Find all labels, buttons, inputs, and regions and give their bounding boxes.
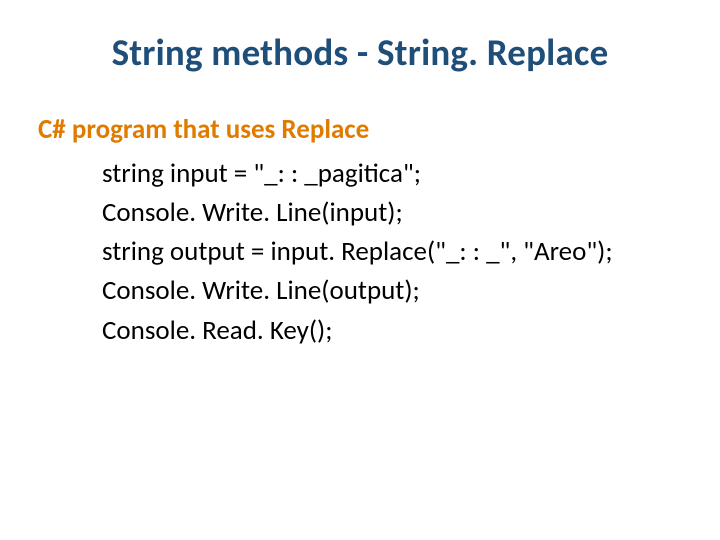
slide-title: String methods - String. Replace [30,30,690,75]
code-line: Console. Read. Key(); [102,311,690,350]
code-line: Console. Write. Line(input); [102,193,690,232]
code-block: string input = "_: : _pagitica"; Console… [102,154,690,350]
slide-subtitle: C# program that uses Replace [38,113,690,146]
code-line: string input = "_: : _pagitica"; [102,154,690,193]
slide: String methods - String. Replace C# prog… [0,0,720,540]
code-line: Console. Write. Line(output); [102,271,690,310]
code-line: string output = input. Replace("_: : _",… [102,232,690,271]
